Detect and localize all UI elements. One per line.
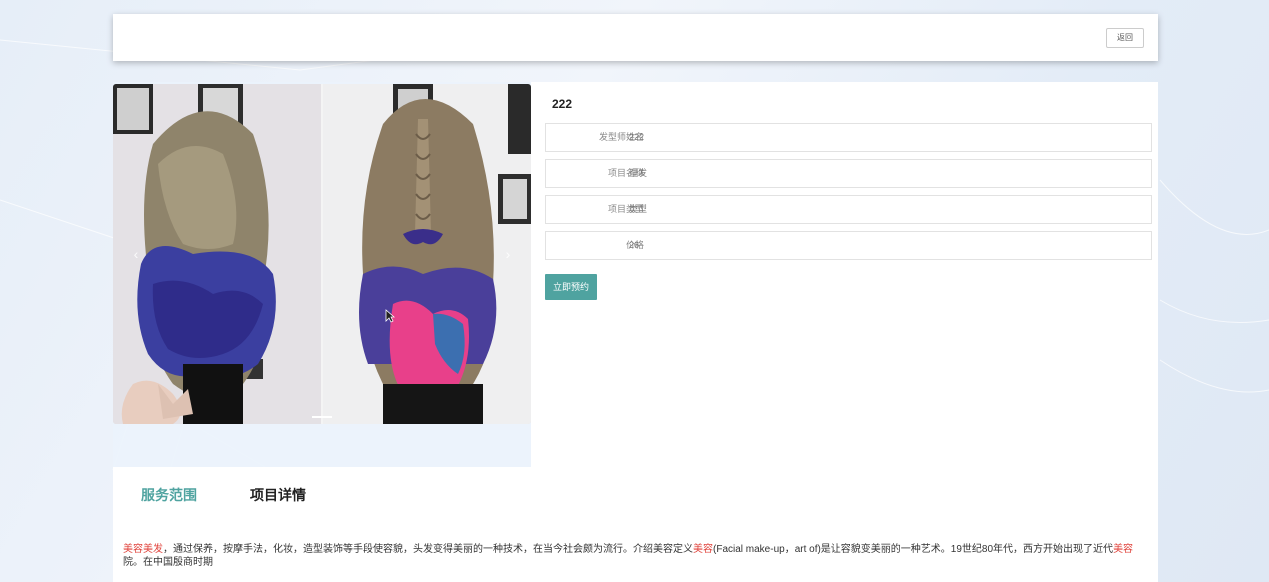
carousel-next-icon[interactable]: ›	[501, 244, 515, 264]
tab-project-details[interactable]: 项目详情	[250, 485, 306, 505]
keyword-highlight: 美容美发	[123, 544, 163, 555]
field-value: 类型	[629, 204, 648, 214]
carousel-prev-icon[interactable]: ‹	[129, 244, 143, 264]
field-project-name: 项目名称 理发	[545, 159, 1152, 188]
carousel-indicator[interactable]	[312, 416, 332, 418]
hairstyle-photo-left	[113, 84, 321, 424]
detail-panel: 222 发型师姓名 222 项目名称 理发 项目类型 类型 价格 26 立即预约	[531, 82, 1158, 467]
book-now-button[interactable]: 立即预约	[545, 274, 597, 300]
back-button[interactable]: 返回	[1106, 28, 1144, 48]
hairstyle-photo-right	[323, 84, 531, 424]
field-price: 价格 26	[545, 231, 1152, 260]
detail-title: 222	[552, 97, 573, 111]
field-value: 222	[629, 132, 645, 142]
gallery-area: ‹ ›	[113, 82, 531, 467]
top-bar: 返回	[113, 14, 1158, 61]
image-carousel[interactable]: ‹ ›	[113, 84, 531, 424]
description-segment: 院。在中国殷商时期	[123, 557, 213, 568]
description-segment: (Facial make-up，art of)是让容貌变美丽的一种艺术。19世纪…	[713, 544, 1114, 555]
field-value: 理发	[629, 168, 648, 178]
description-text: 美容美发，通过保养，按摩手法，化妆，造型装饰等手段使容貌，头发变得美丽的一种技术…	[123, 543, 1153, 569]
field-project-type: 项目类型 类型	[545, 195, 1152, 224]
description-segment: ，通过保养，按摩手法，化妆，造型装饰等手段使容貌，头发变得美丽的一种技术，在当今…	[163, 544, 693, 555]
detail-tabs-section: 服务范围 项目详情 美容美发，通过保养，按摩手法，化妆，造型装饰等手段使容貌，头…	[113, 467, 1158, 582]
mouse-cursor-icon	[385, 309, 395, 323]
keyword-highlight: 美容	[693, 544, 713, 555]
main-content: ‹ › 222 发型师姓名 222 项目名称 理发 项目类型 类型 价格 26 …	[113, 82, 1158, 582]
tab-service-scope[interactable]: 服务范围	[141, 485, 197, 505]
field-value: 26	[629, 240, 640, 250]
keyword-highlight: 美容	[1113, 544, 1134, 555]
field-stylist-name: 发型师姓名 222	[545, 123, 1152, 152]
